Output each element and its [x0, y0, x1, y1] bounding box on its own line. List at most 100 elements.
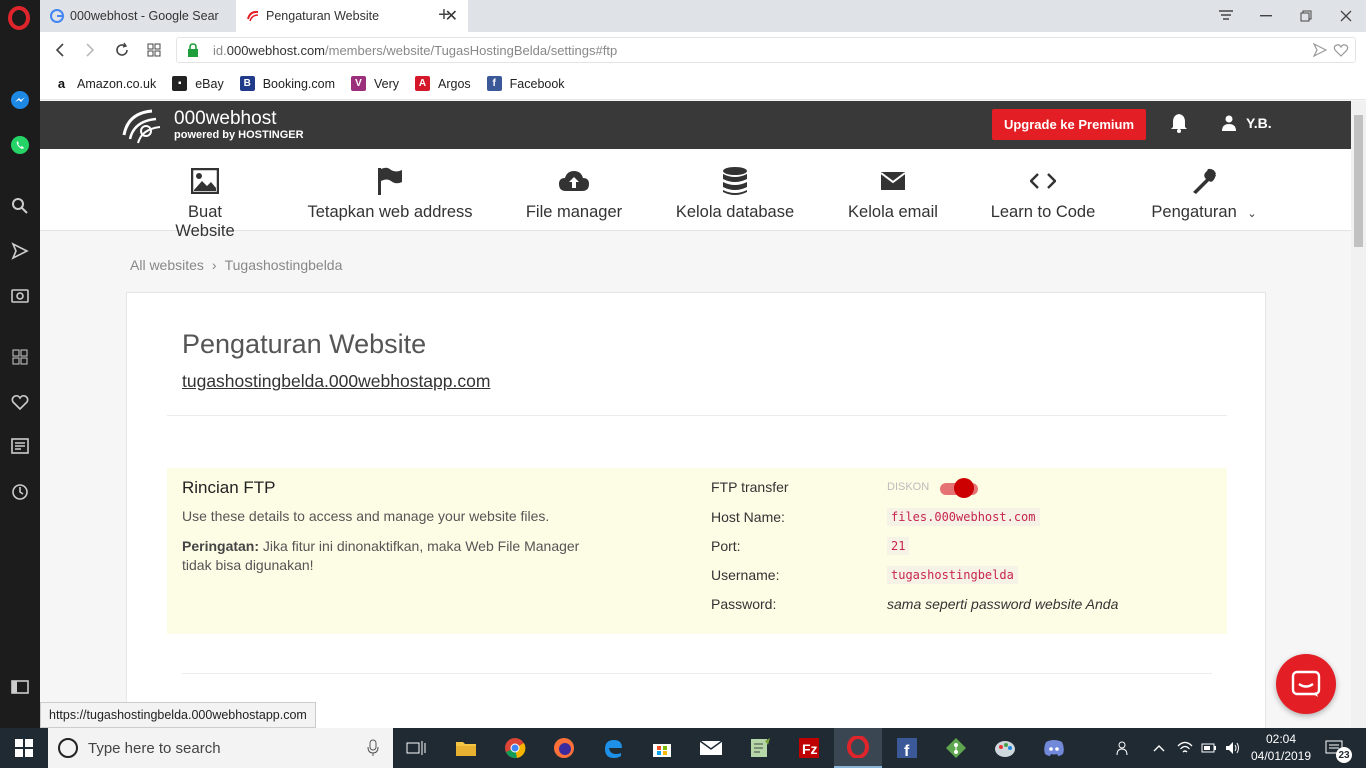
battery-icon[interactable]: [1198, 728, 1220, 768]
speed-dial-button[interactable]: [142, 38, 166, 62]
taskbar-search-input[interactable]: Type here to search: [48, 728, 393, 768]
bookmark-heart-icon[interactable]: [1333, 43, 1349, 57]
site-menu: Buat Website Tetapkan web address File m…: [40, 149, 1351, 240]
opera-taskbar-icon[interactable]: [834, 728, 882, 768]
news-icon[interactable]: [0, 432, 40, 460]
search-circle-icon: [58, 738, 78, 758]
reload-button[interactable]: [110, 38, 134, 62]
facebook-taskbar-icon[interactable]: f: [883, 728, 931, 768]
page-title: Pengaturan Website: [182, 329, 427, 359]
filezilla-icon[interactable]: Fz: [785, 728, 833, 768]
bookmark-booking[interactable]: B Booking.com: [239, 76, 335, 91]
close-window-icon[interactable]: [1326, 0, 1366, 32]
chevron-down-icon: ⌄: [1247, 208, 1257, 220]
windows-logo-icon: [15, 739, 33, 757]
restore-icon[interactable]: [1286, 0, 1326, 32]
clock-time: 02:04: [1265, 732, 1297, 746]
tab-label: Pengaturan Website: [266, 9, 380, 23]
menu-learn-to-code[interactable]: Learn to Code: [990, 165, 1096, 222]
bookmark-label: eBay: [195, 76, 224, 91]
brand-logo[interactable]: 000webhost powered by HOSTINGER: [118, 105, 304, 145]
discord-icon[interactable]: [1030, 728, 1078, 768]
system-clock[interactable]: 02:04 04/01/2019: [1246, 731, 1316, 765]
bookmark-label: Facebook: [509, 76, 565, 91]
notepad-plus-icon[interactable]: [736, 728, 784, 768]
store-icon[interactable]: [638, 728, 686, 768]
menu-file-manager[interactable]: File manager: [524, 165, 624, 222]
task-view-icon[interactable]: [392, 728, 440, 768]
chrome-icon[interactable]: [491, 728, 539, 768]
paint-tool-icon[interactable]: [981, 728, 1029, 768]
new-tab-button[interactable]: +: [432, 4, 456, 27]
000webhost-logo-icon: [122, 109, 161, 144]
menu-label: Pengaturan: [1151, 203, 1237, 221]
sidebar-toggle-icon[interactable]: [0, 673, 40, 701]
url-host: 000webhost.com: [226, 42, 326, 58]
google-favicon-icon: [50, 9, 64, 23]
svg-text:f: f: [904, 743, 910, 759]
brand-subtitle: powered by HOSTINGER: [174, 129, 304, 141]
cloud-upload-icon: [524, 165, 624, 197]
whatsapp-icon[interactable]: [0, 131, 40, 159]
scrollbar-thumb[interactable]: [1354, 115, 1363, 247]
status-url: https://tugashostingbelda.000webhostapp.…: [40, 702, 316, 728]
menu-label: File manager: [525, 203, 623, 221]
bookmark-amazon[interactable]: a Amazon.co.uk: [54, 76, 156, 91]
chevron-up-icon[interactable]: [1148, 728, 1170, 768]
menu-pengaturan[interactable]: Pengaturan ⌄: [1148, 165, 1260, 222]
history-icon[interactable]: [0, 478, 40, 506]
upgrade-premium-button[interactable]: Upgrade ke Premium: [992, 109, 1146, 140]
tab-google-search[interactable]: 000webhost - Google Sear: [40, 0, 234, 32]
menu-tetapkan-web-address[interactable]: Tetapkan web address: [306, 165, 474, 222]
bookmark-facebook[interactable]: f Facebook: [486, 76, 565, 91]
file-explorer-icon[interactable]: [442, 728, 490, 768]
bookmark-ebay[interactable]: ▪ eBay: [172, 76, 224, 91]
port-label: Port:: [711, 538, 741, 554]
wifi-icon[interactable]: [1174, 728, 1196, 768]
url-path: /members/website/TugasHostingBelda/setti…: [325, 42, 618, 58]
bookmarks-bar: a Amazon.co.uk ▪ eBay B Booking.com V Ve…: [40, 68, 1366, 100]
tab-menu-icon[interactable]: [1206, 0, 1246, 32]
page-scrollbar[interactable]: [1351, 101, 1366, 728]
website-url-link[interactable]: tugashostingbelda.000webhostapp.com: [182, 371, 490, 392]
messenger-icon[interactable]: [0, 86, 40, 114]
camera-icon[interactable]: [0, 281, 40, 309]
heart-icon[interactable]: [0, 388, 40, 416]
divider: [182, 673, 1212, 674]
ftp-title: Rincian FTP: [182, 478, 276, 497]
breadcrumb-all-websites[interactable]: All websites: [130, 257, 204, 273]
warning-label: Peringatan:: [182, 538, 260, 554]
notifications-bell-icon[interactable]: [1170, 113, 1188, 138]
back-button[interactable]: [48, 38, 72, 62]
microphone-icon[interactable]: [367, 739, 379, 757]
port-value: 21: [887, 537, 910, 555]
volume-icon[interactable]: [1222, 728, 1244, 768]
minimize-icon[interactable]: [1246, 0, 1286, 32]
host-name-label: Host Name:: [711, 509, 785, 525]
bookmark-argos[interactable]: A Argos: [415, 76, 471, 91]
url-field[interactable]: id. 000webhost.com/members/website/TugasH…: [176, 37, 1356, 63]
opera-logo-icon[interactable]: [8, 6, 30, 30]
speed-dial-icon[interactable]: [0, 343, 40, 371]
menu-kelola-email[interactable]: Kelola email: [846, 165, 940, 222]
forward-button[interactable]: [78, 38, 102, 62]
mail-icon[interactable]: [687, 728, 735, 768]
send-icon[interactable]: [0, 237, 40, 265]
edge-icon[interactable]: [589, 728, 637, 768]
bookmark-very[interactable]: V Very: [350, 76, 399, 91]
amazon-icon: a: [54, 76, 69, 91]
username-label: Username:: [711, 567, 780, 583]
start-button[interactable]: [0, 728, 48, 768]
toggle-knob: [954, 478, 974, 498]
firefox-icon[interactable]: [540, 728, 588, 768]
chat-support-button[interactable]: [1276, 654, 1336, 714]
send-to-flow-icon[interactable]: [1313, 43, 1327, 57]
people-icon[interactable]: [1112, 728, 1136, 768]
menu-buat-website[interactable]: Buat Website: [157, 165, 253, 241]
user-menu[interactable]: Y.B.: [1222, 115, 1272, 131]
search-icon[interactable]: [0, 192, 40, 220]
ftp-transfer-toggle[interactable]: [940, 478, 980, 498]
git-tool-icon[interactable]: [932, 728, 980, 768]
menu-kelola-database[interactable]: Kelola database: [674, 165, 796, 222]
breadcrumb: All websites › Tugashostingbelda: [130, 257, 342, 273]
